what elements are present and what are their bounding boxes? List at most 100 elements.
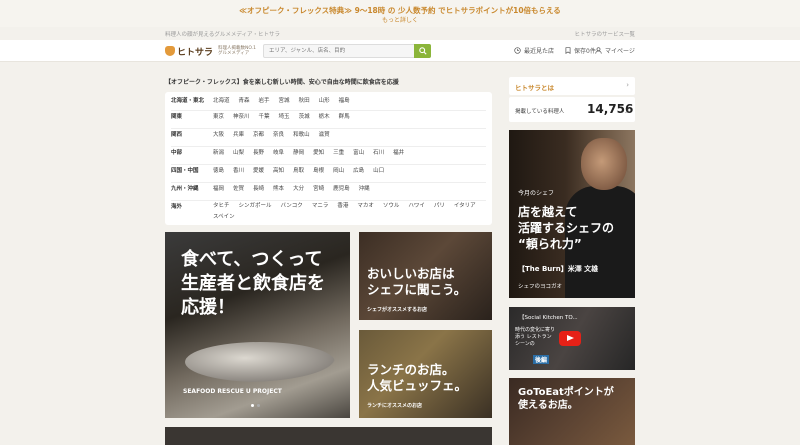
banner-title-line: 応援！: [181, 297, 235, 318]
mypage-link[interactable]: マイページ: [595, 46, 635, 55]
city-link[interactable]: 北海道: [213, 96, 230, 110]
city-link[interactable]: 長野: [253, 148, 264, 164]
about-hitosara-link[interactable]: ヒトサラとは ›: [509, 77, 635, 95]
city-link[interactable]: 広島: [353, 166, 364, 182]
city-link[interactable]: 岡山: [333, 166, 344, 182]
city-link[interactable]: イタリア: [454, 202, 476, 213]
city-link[interactable]: 鹿児島: [333, 184, 350, 200]
city-link[interactable]: 大阪: [213, 130, 224, 146]
gotoeat-title-line: GoToEatポイントが: [518, 387, 614, 398]
city-link[interactable]: 静岡: [293, 148, 304, 164]
city-link[interactable]: 群馬: [339, 112, 350, 128]
city-link[interactable]: 秋田: [299, 96, 310, 110]
chef-title: 店を越えて 活躍するシェフの “頼られ力”: [518, 204, 614, 252]
search-button[interactable]: [414, 44, 431, 58]
logo-text: ヒトサラ: [177, 47, 214, 58]
city-link[interactable]: マニラ: [312, 202, 329, 213]
city-link[interactable]: 埼玉: [279, 112, 290, 128]
city-link[interactable]: 岐阜: [273, 148, 284, 164]
city-link[interactable]: 和歌山: [293, 130, 310, 146]
city-link[interactable]: ハワイ: [408, 202, 425, 213]
search-input[interactable]: [264, 45, 414, 57]
city-link[interactable]: 熊本: [273, 184, 284, 200]
city-link[interactable]: 長崎: [253, 184, 264, 200]
banner-title-line: 生産者と飲食店を: [181, 273, 325, 294]
city-link[interactable]: 香川: [233, 166, 244, 182]
city-link[interactable]: 栃木: [319, 112, 330, 128]
promo-more-link[interactable]: もっと詳しく: [0, 15, 800, 24]
gotoeat-banner[interactable]: GoToEatポイントが 使えるお店。: [509, 378, 635, 445]
city-link[interactable]: 富山: [353, 148, 364, 164]
chef-recommend-banner[interactable]: おいしいお店は シェフに聞こう。 シェフがオススメするお店: [359, 232, 492, 320]
carousel-dot[interactable]: [251, 404, 254, 407]
bottom-banner[interactable]: [165, 427, 492, 445]
region-label: 北海道・東北: [171, 98, 205, 104]
city-link[interactable]: 滋賀: [319, 130, 330, 146]
chef-count-label: 掲載している料理人: [515, 109, 565, 115]
chef-title-line: 活躍するシェフの: [518, 221, 615, 235]
city-list: 北海道 青森 岩手 宮城 秋田 山形 福島: [213, 96, 486, 110]
city-link[interactable]: パリ: [434, 202, 445, 213]
promo-banner[interactable]: ≪オフピーク・フレックス特典≫ 9〜18時 の 少人数予約 でヒトサラポイントが…: [0, 0, 800, 27]
city-link[interactable]: 佐賀: [233, 184, 244, 200]
city-link[interactable]: 愛知: [313, 148, 324, 164]
search-box: [263, 44, 431, 58]
video-card[interactable]: 【Social Kitchen TO... 時代の変化に寄り添う レストランシー…: [509, 307, 635, 370]
city-link[interactable]: 茨城: [299, 112, 310, 128]
city-link[interactable]: 千葉: [259, 112, 270, 128]
city-link[interactable]: 東京: [213, 112, 224, 128]
city-link[interactable]: 徳島: [213, 166, 224, 182]
city-link[interactable]: ソウル: [383, 202, 400, 213]
seafood-rescue-banner[interactable]: 食べて、つくって 生産者と飲食店を 応援！ SEAFOOD RESCUE U P…: [165, 232, 350, 418]
logo-icon: [165, 46, 175, 56]
banner-title: おいしいお店は シェフに聞こう。: [367, 266, 466, 298]
city-link[interactable]: 宮崎: [313, 184, 324, 200]
city-link[interactable]: 神奈川: [233, 112, 250, 128]
city-link[interactable]: 福岡: [213, 184, 224, 200]
city-link[interactable]: 福井: [393, 148, 404, 164]
city-link[interactable]: タヒチ: [213, 202, 230, 213]
city-link[interactable]: 岩手: [259, 96, 270, 110]
video-title: 【Social Kitchen TO...: [519, 315, 578, 321]
play-button-icon[interactable]: [559, 331, 581, 346]
city-link[interactable]: 新潟: [213, 148, 224, 164]
monthly-chef-card[interactable]: 今月のシェフ 店を越えて 活躍するシェフの “頼られ力” 【The Burn】米…: [509, 130, 635, 298]
city-link[interactable]: 山口: [373, 166, 384, 182]
city-link[interactable]: 沖縄: [359, 184, 370, 200]
lunch-banner[interactable]: ランチのお店。 人気ビュッフェ。 ランチにオススメのお店: [359, 330, 492, 418]
city-link[interactable]: 青森: [239, 96, 250, 110]
recent-viewed-link[interactable]: 最近見た店: [514, 46, 554, 55]
region-label: 関東: [171, 114, 183, 120]
city-link[interactable]: 愛媛: [253, 166, 264, 182]
city-link[interactable]: 高知: [273, 166, 284, 182]
city-link[interactable]: 山梨: [233, 148, 244, 164]
gotoeat-title: GoToEatポイントが 使えるお店。: [518, 386, 614, 412]
city-link[interactable]: 三重: [333, 148, 344, 164]
services-link[interactable]: ヒトサラのサービス一覧: [574, 30, 635, 38]
city-link[interactable]: 鳥取: [293, 166, 304, 182]
chef-count-unit: 人: [625, 109, 631, 115]
city-link[interactable]: 島根: [313, 166, 324, 182]
city-list: 大阪 兵庫 京都 奈良 和歌山 滋賀: [213, 130, 486, 146]
gotoeat-title-line: 使えるお店。: [518, 400, 578, 411]
city-list: 福岡 佐賀 長崎 熊本 大分 宮崎 鹿児島 沖縄: [213, 184, 486, 200]
city-link[interactable]: 石川: [373, 148, 384, 164]
city-link[interactable]: 京都: [253, 130, 264, 146]
city-link[interactable]: バンコク: [281, 202, 303, 213]
city-link[interactable]: 宮城: [279, 96, 290, 110]
region-label: 関西: [171, 132, 183, 138]
carousel-dot[interactable]: [257, 404, 260, 407]
city-link[interactable]: 香港: [337, 202, 348, 213]
city-link[interactable]: 福島: [339, 96, 350, 110]
city-link[interactable]: 兵庫: [233, 130, 244, 146]
chef-name: 【The Burn】米澤 文雄: [518, 265, 599, 273]
city-link[interactable]: スペイン: [213, 213, 235, 224]
city-link[interactable]: シンガポール: [239, 202, 272, 213]
region-label: 四国・中国: [171, 168, 199, 174]
city-link[interactable]: マカオ: [357, 202, 374, 213]
saved-link[interactable]: 保存0件: [565, 46, 596, 55]
city-link[interactable]: 山形: [319, 96, 330, 110]
city-link[interactable]: 奈良: [273, 130, 284, 146]
site-logo[interactable]: ヒトサラ 料理人掲載数NO.1 グルメメディア: [165, 44, 256, 58]
city-link[interactable]: 大分: [293, 184, 304, 200]
